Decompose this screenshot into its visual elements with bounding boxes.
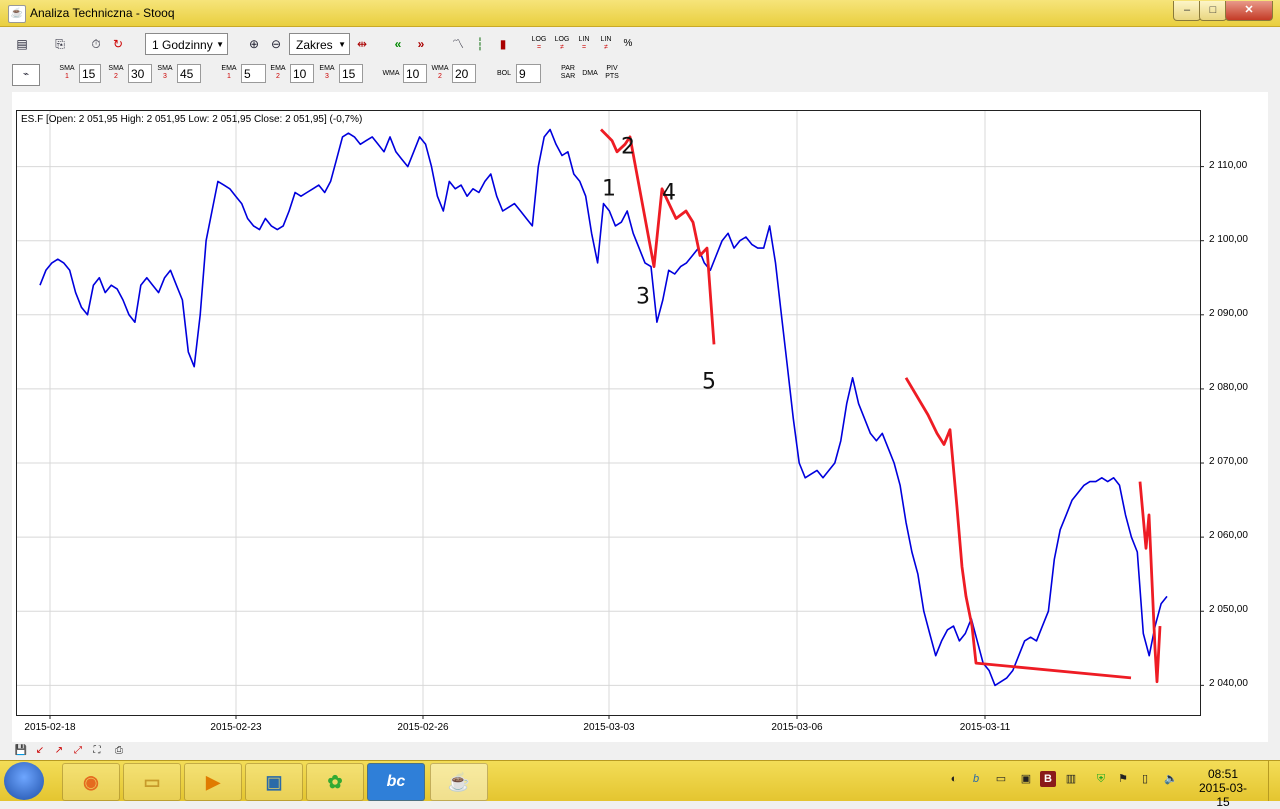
taskbar: ◉ ▭ ▶ ▣ ✿ bc ☕ ◐ b ▭ ▣ B ▥ ⛨ ⚑ ▯ 🔈 08:51… <box>0 760 1280 809</box>
start-button[interactable] <box>4 762 44 800</box>
wave-number-label: 4 <box>662 180 676 206</box>
bc-taskbar-icon[interactable]: bc <box>367 763 425 801</box>
fullscreen-icon[interactable]: ⛶ <box>90 744 104 758</box>
monitor-tray-icon[interactable]: ▣ <box>1018 771 1034 787</box>
y-tick-label: 2 090,00 <box>1209 307 1248 319</box>
expand-icon[interactable]: ⤢ <box>71 744 85 758</box>
x-tick-label: 2015-03-06 <box>771 722 823 733</box>
media-player-taskbar-icon[interactable]: ▶ <box>184 763 242 801</box>
speaker-tray-icon[interactable]: 🔈 <box>1163 771 1179 787</box>
wave-number-label: 1 <box>602 176 616 202</box>
x-tick-label: 2015-02-23 <box>210 722 262 733</box>
display-tray-icon[interactable]: ▭ <box>993 771 1009 787</box>
y-tick-label: 2 050,00 <box>1209 604 1248 616</box>
x-tick-label: 2015-02-18 <box>24 722 76 733</box>
tray-clock[interactable]: 08:51 2015-03-15 <box>1198 767 1248 809</box>
y-tick-label: 2 040,00 <box>1209 678 1248 690</box>
network-tray-icon[interactable]: ◐ <box>946 771 962 787</box>
image-viewer-taskbar-icon[interactable]: ▣ <box>245 763 303 801</box>
power-tray-icon[interactable]: ▯ <box>1137 771 1153 787</box>
bc-tray-icon[interactable]: b <box>968 771 984 787</box>
arrow-up-right-icon[interactable]: ↗ <box>52 744 66 758</box>
explorer-taskbar-icon[interactable]: ▭ <box>123 763 181 801</box>
y-tick-label: 2 080,00 <box>1209 381 1248 393</box>
show-desktop-button[interactable] <box>1268 761 1280 801</box>
b-tray-icon[interactable]: B <box>1040 771 1056 787</box>
clock-time: 08:51 <box>1207 767 1239 781</box>
chart-bottom-toolbar: 💾 ↙ ↗ ⤢ ⛶ ⎙ <box>0 742 1280 760</box>
x-tick-label: 2015-03-03 <box>583 722 635 733</box>
firefox-taskbar-icon[interactable]: ◉ <box>62 763 120 801</box>
java-taskbar-icon[interactable]: ☕ <box>430 763 488 801</box>
flag-tray-icon[interactable]: ⚑ <box>1115 771 1131 787</box>
x-tick-label: 2015-02-26 <box>397 722 449 733</box>
clock-date: 2015-03-15 <box>1198 781 1248 809</box>
y-tick-label: 2 070,00 <box>1209 456 1248 468</box>
save-icon[interactable]: 💾 <box>14 744 28 758</box>
device-tray-icon[interactable]: ▥ <box>1063 771 1079 787</box>
wave-number-label: 2 <box>621 134 635 160</box>
wave-number-label: 3 <box>636 284 650 310</box>
arrow-down-left-icon[interactable]: ↙ <box>33 744 47 758</box>
x-tick-label: 2015-03-11 <box>959 722 1011 733</box>
y-tick-label: 2 110,00 <box>1209 159 1248 171</box>
wave-number-label: 5 <box>702 369 716 395</box>
y-tick-label: 2 060,00 <box>1209 530 1248 542</box>
shield-tray-icon[interactable]: ⛨ <box>1093 771 1109 787</box>
y-tick-label: 2 100,00 <box>1209 233 1248 245</box>
ohlc-readout: ES.F [Open: 2 051,95 High: 2 051,95 Low:… <box>21 114 363 125</box>
picasa-taskbar-icon[interactable]: ✿ <box>306 763 364 801</box>
print-icon[interactable]: ⎙ <box>112 744 126 758</box>
